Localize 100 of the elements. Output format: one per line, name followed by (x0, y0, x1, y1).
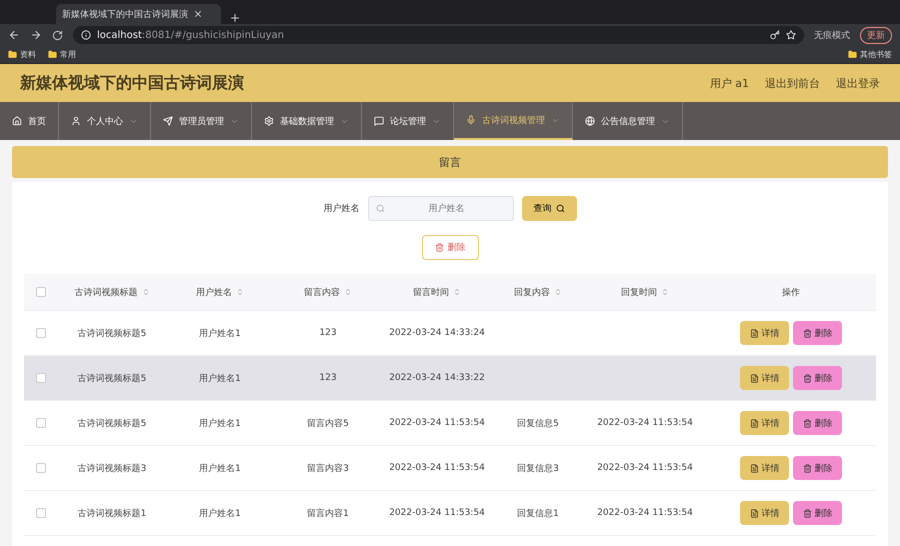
table-cell-text: 2022-03-24 11:53:54 (388, 417, 486, 430)
key-icon[interactable] (770, 30, 780, 40)
search-field[interactable]: 用户姓名 (368, 196, 514, 221)
table-cell-text: 留言内容5 (306, 418, 350, 430)
sort-icon[interactable] (142, 288, 150, 296)
nav-item[interactable]: 基础数据管理 (252, 102, 362, 140)
table-cell-text: 2022-03-24 11:53:54 (596, 417, 694, 430)
folder-icon[interactable] (48, 50, 57, 59)
table-cell-text: 2022-03-24 11:53:54 (596, 507, 694, 520)
table-cell-text: 2022-03-24 11:53:54 (596, 462, 694, 475)
column-header[interactable]: 用户姓名 (166, 274, 274, 310)
document-icon (750, 464, 758, 472)
sort-icon[interactable] (661, 288, 669, 296)
table-cell-text: 123 (318, 327, 338, 340)
star-icon[interactable] (786, 30, 796, 40)
trash-icon (802, 374, 812, 382)
header-link[interactable]: 退出登录 (836, 76, 880, 90)
field-label: 用户姓名 (324, 202, 360, 215)
bookmark[interactable]: 资料 (20, 49, 36, 60)
table-cell-text: 用户姓名1 (198, 418, 242, 430)
checkbox[interactable] (36, 463, 46, 473)
checkbox[interactable] (36, 328, 46, 338)
search-button[interactable]: 查询 (522, 196, 576, 221)
table-cell-text: 古诗词视频标题5 (76, 328, 148, 340)
column-header[interactable]: 回复时间 (584, 274, 706, 310)
nav-item[interactable]: 古诗词视频管理 (454, 102, 573, 140)
detail-button[interactable]: 详情 (740, 456, 789, 480)
table-row[interactable]: 古诗词视频标题5 用户姓名1 123 2022-03-24 14:33:22 详情 删除 (24, 356, 876, 401)
delete-button[interactable]: 删除 (422, 235, 478, 260)
table-cell-text: 古诗词视频标题1 (76, 508, 148, 520)
detail-button[interactable]: 详情 (740, 366, 789, 390)
nav-item[interactable]: 个人中心 (59, 102, 151, 140)
profile-label[interactable]: 无痕模式 (814, 28, 850, 42)
sort-icon[interactable] (453, 288, 461, 296)
search-icon (376, 204, 384, 213)
nav-item[interactable]: 公告信息管理 (573, 102, 683, 140)
column-header[interactable]: 古诗词视频标题 (58, 274, 166, 310)
gear-icon (264, 116, 274, 126)
document-icon (750, 508, 758, 518)
table-cell-text: 用户姓名1 (198, 508, 242, 520)
address-bar[interactable]: localhost:8081/#/gushicishipinLiuyan (73, 26, 804, 44)
table-cell-text: 回复信息5 (516, 418, 560, 430)
nav-item[interactable]: 管理员管理 (151, 102, 252, 140)
new-tab-icon[interactable] (229, 12, 241, 24)
detail-button[interactable]: 详情 (740, 501, 789, 525)
checkbox[interactable] (36, 418, 46, 428)
update-button[interactable]: 更新 (860, 26, 892, 44)
detail-button[interactable]: 详情 (740, 411, 789, 435)
column-header[interactable]: 操作 (706, 274, 876, 310)
table-cell-text: 用户姓名1 (198, 462, 242, 476)
bookmark[interactable]: 其他书签 (860, 49, 892, 60)
delete-button[interactable]: 删除 (793, 366, 842, 390)
table-cell-text: 留言内容3 (306, 462, 350, 476)
chat-icon (374, 116, 384, 126)
checkbox[interactable] (36, 287, 46, 297)
user-label: 用户 a1 (710, 76, 749, 90)
trash-icon (802, 418, 812, 428)
search-icon (556, 204, 564, 213)
table-cell-text: 古诗词视频标题5 (76, 372, 148, 386)
table-cell-text: 留言内容1 (306, 508, 350, 520)
delete-button[interactable]: 删除 (793, 456, 842, 480)
microphone-icon (466, 115, 476, 125)
delete-button[interactable]: 删除 (793, 501, 842, 525)
table-cell-text: 古诗词视频标题5 (76, 418, 148, 430)
column-header[interactable]: 回复内容 (492, 274, 584, 310)
trash-icon (434, 243, 444, 252)
info-icon[interactable] (81, 30, 91, 40)
trash-icon (802, 508, 812, 518)
checkbox[interactable] (36, 508, 46, 518)
table-cell-text: 用户姓名1 (198, 372, 242, 386)
table-cell-text: 123 (318, 372, 338, 385)
page-banner: 留言 (12, 146, 888, 178)
delete-button[interactable]: 删除 (793, 321, 842, 345)
column-header[interactable]: 留言时间 (382, 274, 492, 310)
table-cell-text: 回复信息1 (516, 508, 560, 520)
site-title: 新媒体视域下的中国古诗词展演 (20, 72, 245, 94)
delete-button[interactable]: 删除 (793, 411, 842, 435)
table-cell-text: 2022-03-24 11:53:54 (388, 462, 486, 475)
nav-item[interactable]: 首页 (0, 102, 59, 140)
folder-icon[interactable] (848, 50, 857, 59)
column-header[interactable]: 留言内容 (274, 274, 382, 310)
reload-icon[interactable] (52, 30, 63, 40)
tab-title: 新媒体视域下的中国古诗词展演 (62, 8, 188, 20)
folder-icon[interactable] (8, 50, 17, 59)
document-icon (750, 418, 758, 428)
checkbox[interactable] (36, 373, 46, 383)
trash-icon (802, 464, 812, 472)
close-icon[interactable] (193, 9, 203, 19)
browser-tab[interactable]: 新媒体视域下的中国古诗词展演 (56, 4, 221, 24)
sort-icon[interactable] (344, 288, 352, 296)
paper-plane-icon (163, 116, 173, 126)
sort-icon[interactable] (236, 288, 244, 296)
document-icon (750, 328, 758, 338)
detail-button[interactable]: 详情 (740, 321, 789, 345)
bookmark[interactable]: 常用 (60, 49, 76, 60)
sort-icon[interactable] (554, 288, 562, 296)
header-link[interactable]: 退出到前台 (765, 76, 820, 90)
back-icon[interactable] (8, 29, 20, 41)
home-icon (12, 116, 22, 126)
forward-icon[interactable] (30, 29, 42, 41)
